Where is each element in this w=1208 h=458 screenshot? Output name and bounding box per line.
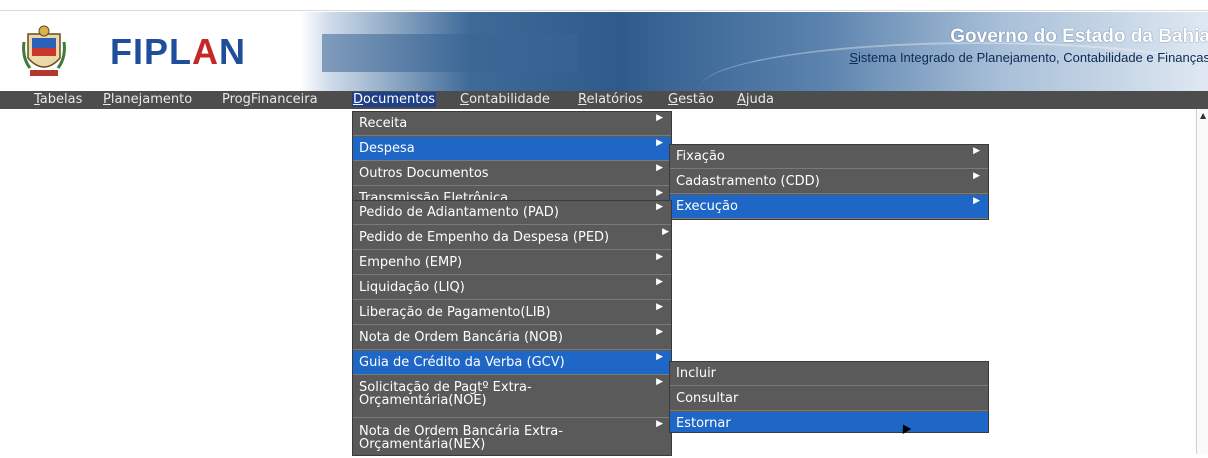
state-seal-icon bbox=[22, 25, 66, 76]
submenu-arrow-icon: ▶ bbox=[656, 202, 663, 212]
menu-item-receita[interactable]: Receita ▶ bbox=[353, 112, 671, 136]
menu-item-label: Nota de Ordem Bancária Extra-Orçamentári… bbox=[359, 424, 563, 452]
menu-item-estornar[interactable]: Estornar bbox=[670, 412, 988, 432]
submenu-arrow-icon: ▶ bbox=[656, 302, 663, 312]
header-band bbox=[322, 34, 578, 72]
menu-item-label: Cadastramento (CDD) bbox=[676, 174, 820, 189]
menu-item-label: Incluir bbox=[676, 366, 717, 381]
menu-relatorios[interactable]: Relatórios bbox=[578, 92, 643, 107]
menu-item-incluir[interactable]: Incluir bbox=[670, 362, 988, 386]
menu-item-pad[interactable]: Pedido de Adiantamento (PAD) ▶ bbox=[353, 201, 671, 225]
submenu-arrow-icon: ▶ bbox=[656, 352, 663, 362]
menu-item-label: Fixação bbox=[676, 149, 725, 164]
menu-item-fixacao[interactable]: Fixação ▶ bbox=[670, 145, 988, 169]
main-menubar: Tabelas Planejamento ProgFinanceira Docu… bbox=[0, 91, 1208, 109]
menu-item-emp[interactable]: Empenho (EMP) ▶ bbox=[353, 251, 671, 275]
menu-item-despesa[interactable]: Despesa ▶ bbox=[353, 137, 671, 161]
submenu-arrow-icon: ▶ bbox=[656, 327, 663, 337]
system-subtitle: Sistema Integrado de Planejamento, Conta… bbox=[849, 50, 1208, 65]
vertical-scrollbar[interactable]: ▲ bbox=[1196, 109, 1208, 454]
menu-item-outros-documentos[interactable]: Outros Documentos ▶ bbox=[353, 162, 671, 186]
submenu-arrow-icon: ▶ bbox=[656, 277, 663, 287]
despesa-submenu: Fixação ▶ Cadastramento (CDD) ▶ Execução… bbox=[669, 144, 989, 220]
government-title: Governo do Estado da Bahia bbox=[950, 26, 1208, 47]
submenu-arrow-icon: ▶ bbox=[656, 138, 663, 148]
submenu-arrow-icon: ▶ bbox=[973, 146, 980, 156]
menu-item-label: Receita bbox=[359, 116, 408, 131]
menu-item-nex[interactable]: Nota de Ordem Bancária Extra-Orçamentári… bbox=[353, 418, 671, 458]
menu-item-label: Estornar bbox=[676, 416, 731, 431]
menu-item-label: Liberação de Pagamento(LIB) bbox=[359, 305, 551, 320]
scroll-up-arrow-icon[interactable]: ▲ bbox=[1200, 111, 1206, 120]
menu-item-ped[interactable]: Pedido de Empenho da Despesa (PED) ▶ bbox=[353, 226, 671, 250]
menu-tabelas[interactable]: Tabelas bbox=[34, 92, 82, 107]
menu-item-label: Pedido de Adiantamento (PAD) bbox=[359, 205, 559, 220]
submenu-arrow-icon: ▶ bbox=[656, 163, 663, 173]
menu-item-label: Nota de Ordem Bancária (NOB) bbox=[359, 330, 563, 345]
menu-item-gcv[interactable]: Guia de Crédito da Verba (GCV) ▶ bbox=[353, 351, 671, 375]
gcv-submenu: Incluir Consultar Estornar bbox=[669, 361, 989, 433]
menu-item-label: Pedido de Empenho da Despesa (PED) bbox=[359, 230, 610, 245]
menu-item-label: Consultar bbox=[676, 391, 739, 406]
menu-item-label: Outros Documentos bbox=[359, 166, 489, 181]
menu-item-label: Execução bbox=[676, 199, 738, 214]
menu-item-noe[interactable]: Solicitação de Pagtº Extra-Orçamentária(… bbox=[353, 376, 671, 418]
submenu-arrow-icon: ▶ bbox=[656, 188, 663, 198]
submenu-arrow-icon: ▶ bbox=[973, 171, 980, 181]
menu-item-lib[interactable]: Liberação de Pagamento(LIB) ▶ bbox=[353, 301, 671, 325]
submenu-arrow-icon: ▶ bbox=[656, 252, 663, 262]
menu-ajuda[interactable]: Ajuda bbox=[737, 92, 774, 107]
menu-item-cadastramento-cdd[interactable]: Cadastramento (CDD) ▶ bbox=[670, 170, 988, 194]
menu-item-consultar[interactable]: Consultar bbox=[670, 387, 988, 411]
menu-documentos[interactable]: Documentos bbox=[352, 92, 437, 107]
documentos-dropdown: Receita ▶ Despesa ▶ Outros Documentos ▶ … bbox=[352, 111, 672, 202]
menu-item-label: Guia de Crédito da Verba (GCV) bbox=[359, 355, 565, 370]
submenu-arrow-icon: ▶ bbox=[656, 419, 663, 429]
menu-progfinanceira[interactable]: ProgFinanceira bbox=[222, 92, 318, 107]
menu-item-liq[interactable]: Liquidação (LIQ) ▶ bbox=[353, 276, 671, 300]
top-border bbox=[0, 0, 1208, 11]
menu-item-execucao[interactable]: Execução ▶ bbox=[670, 195, 988, 219]
menu-item-nob[interactable]: Nota de Ordem Bancária (NOB) ▶ bbox=[353, 326, 671, 350]
menu-item-label: Empenho (EMP) bbox=[359, 255, 463, 270]
submenu-arrow-icon: ▶ bbox=[662, 227, 669, 237]
execucao-submenu: Pedido de Adiantamento (PAD) ▶ Pedido de… bbox=[352, 200, 672, 456]
menu-item-label: Solicitação de Pagtº Extra-Orçamentária(… bbox=[359, 380, 532, 408]
submenu-arrow-icon: ▶ bbox=[656, 377, 663, 387]
app-header: FIPLAN Governo do Estado da Bahia Sistem… bbox=[0, 12, 1208, 91]
submenu-arrow-icon: ▶ bbox=[973, 196, 980, 206]
menu-planejamento[interactable]: Planejamento bbox=[103, 92, 192, 107]
menu-gestao[interactable]: Gestão bbox=[668, 92, 714, 107]
fiplan-logo: FIPLAN bbox=[110, 31, 246, 72]
menu-item-label: Liquidação (LIQ) bbox=[359, 280, 465, 295]
submenu-arrow-icon: ▶ bbox=[656, 113, 663, 123]
menu-item-label: Despesa bbox=[359, 141, 415, 156]
menu-contabilidade[interactable]: Contabilidade bbox=[460, 92, 550, 107]
